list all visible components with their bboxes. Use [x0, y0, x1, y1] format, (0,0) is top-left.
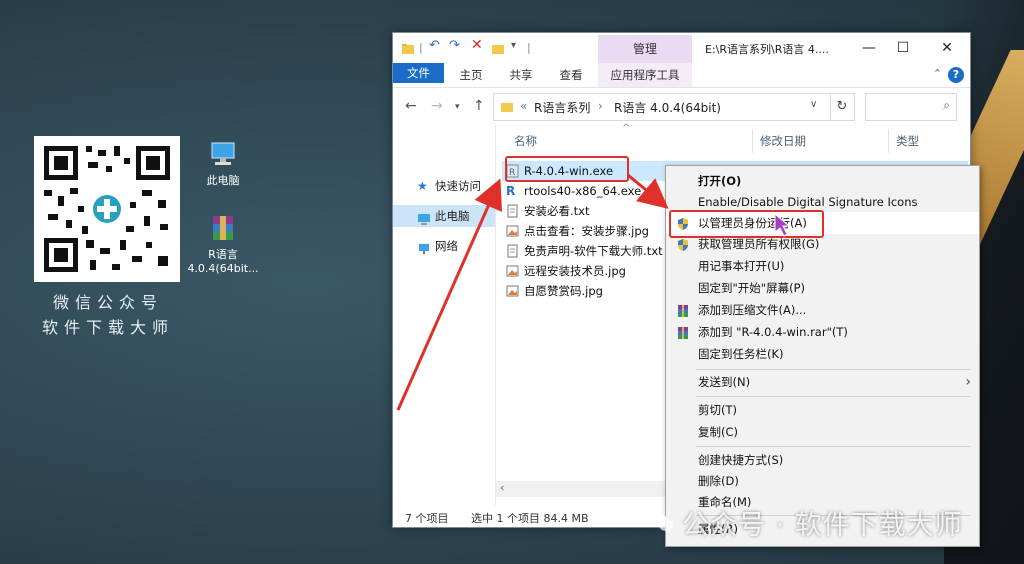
- mouse-cursor-icon: [774, 212, 791, 237]
- annotation-arrows: [396, 173, 791, 411]
- wechat-logo-icon: [648, 511, 674, 533]
- arrow-to-menu-item: [627, 173, 669, 209]
- watermark-text: 公众号 · 软件下载大师: [682, 510, 963, 541]
- arrow-to-file: [396, 178, 503, 411]
